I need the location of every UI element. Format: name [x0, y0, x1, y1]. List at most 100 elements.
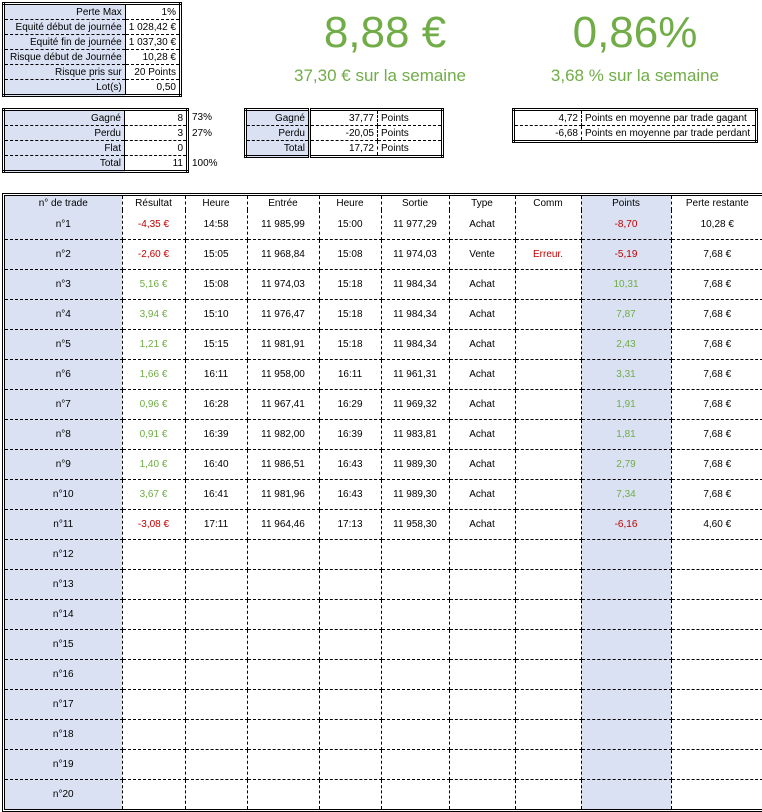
column-header[interactable]: Entrée [247, 196, 320, 210]
trade-cell-pts[interactable] [581, 689, 672, 720]
trade-cell-out[interactable]: 11 958,30 [381, 509, 450, 540]
trade-cell-type[interactable]: Achat [449, 269, 516, 300]
trade-cell-out[interactable] [381, 659, 450, 690]
param-value[interactable]: 1 028,42 € [125, 19, 181, 35]
trade-cell-in[interactable]: 11 974,03 [247, 269, 320, 300]
trade-cell-out[interactable] [381, 779, 450, 809]
trade-cell-h2[interactable]: 16:11 [319, 359, 382, 390]
trade-cell-id[interactable]: n°9 [5, 449, 123, 480]
trade-cell-res[interactable]: 0,91 € [122, 419, 186, 450]
trade-cell-out[interactable]: 11 977,29 [381, 210, 450, 240]
points-summary-unit[interactable]: Points [377, 125, 443, 141]
win-loss-label[interactable]: Gagné [2, 108, 125, 126]
win-loss-count[interactable]: 3 [124, 125, 189, 141]
trade-cell-pts[interactable]: 1,81 [581, 419, 672, 450]
trade-cell-h2[interactable] [319, 749, 382, 780]
points-summary-label[interactable]: Gagné [245, 109, 311, 126]
trade-cell-h1[interactable] [185, 629, 248, 660]
trade-cell-pts[interactable] [581, 629, 672, 660]
trade-cell-in[interactable]: 11 958,00 [247, 359, 320, 390]
trade-cell-in[interactable] [247, 569, 320, 600]
trade-cell-h2[interactable]: 16:39 [319, 419, 382, 450]
param-label[interactable]: Equité fin de journée [3, 34, 126, 50]
trade-cell-comm[interactable] [515, 329, 582, 360]
trade-cell-type[interactable]: Achat [449, 449, 516, 480]
trade-cell-pts[interactable] [581, 719, 672, 750]
trade-cell-comm[interactable] [515, 779, 582, 809]
trade-cell-left[interactable] [671, 659, 762, 690]
trade-cell-comm[interactable] [515, 210, 582, 240]
points-summary-label[interactable]: Total [245, 140, 311, 157]
trade-cell-id[interactable]: n°17 [5, 689, 123, 720]
param-label[interactable]: Lot(s) [3, 79, 126, 96]
trade-cell-id[interactable]: n°12 [5, 539, 123, 570]
trade-cell-in[interactable] [247, 689, 320, 720]
trade-cell-left[interactable]: 10,28 € [671, 210, 762, 240]
trade-cell-h1[interactable]: 16:39 [185, 419, 248, 450]
trade-cell-comm[interactable] [515, 269, 582, 300]
trade-cell-h2[interactable]: 15:18 [319, 299, 382, 330]
trade-cell-left[interactable]: 4,60 € [671, 509, 762, 540]
trade-cell-id[interactable]: n°2 [5, 239, 123, 270]
trade-cell-res[interactable] [122, 599, 186, 630]
trade-cell-h2[interactable]: 15:18 [319, 269, 382, 300]
trade-cell-h1[interactable]: 16:28 [185, 389, 248, 420]
trade-cell-h1[interactable] [185, 689, 248, 720]
column-header[interactable]: Heure [185, 196, 248, 210]
trade-cell-left[interactable] [671, 539, 762, 570]
trade-cell-h2[interactable]: 16:43 [319, 449, 382, 480]
win-loss-count[interactable]: 0 [124, 140, 189, 156]
trade-cell-out[interactable]: 11 974,03 [381, 239, 450, 270]
column-header[interactable]: Points [581, 196, 672, 210]
win-loss-count[interactable]: 11 [124, 155, 189, 173]
trade-cell-type[interactable]: Vente [449, 239, 516, 270]
trade-cell-comm[interactable] [515, 359, 582, 390]
points-summary-unit[interactable]: Points [377, 109, 443, 126]
win-loss-label[interactable]: Total [2, 155, 125, 173]
trade-cell-res[interactable]: 0,96 € [122, 389, 186, 420]
trade-cell-h1[interactable] [185, 569, 248, 600]
trade-cell-pts[interactable] [581, 779, 672, 809]
trade-cell-id[interactable]: n°16 [5, 659, 123, 690]
trade-cell-in[interactable]: 11 981,91 [247, 329, 320, 360]
trade-cell-comm[interactable] [515, 389, 582, 420]
trade-cell-h2[interactable]: 16:43 [319, 479, 382, 510]
points-summary-value[interactable]: 17,72 [309, 140, 378, 157]
trade-cell-h1[interactable]: 15:10 [185, 299, 248, 330]
trade-cell-h1[interactable]: 15:08 [185, 269, 248, 300]
trade-cell-h2[interactable] [319, 569, 382, 600]
trade-cell-res[interactable] [122, 719, 186, 750]
trade-cell-h2[interactable]: 15:00 [319, 210, 382, 240]
trade-cell-in[interactable]: 11 985,99 [247, 210, 320, 240]
param-value[interactable]: 10,28 € [125, 49, 181, 65]
trade-cell-in[interactable]: 11 968,84 [247, 239, 320, 270]
trade-cell-id[interactable]: n°14 [5, 599, 123, 630]
param-label[interactable]: Risque pris sur [3, 64, 126, 80]
trade-cell-id[interactable]: n°19 [5, 749, 123, 780]
trade-cell-res[interactable]: 1,40 € [122, 449, 186, 480]
points-summary-value[interactable]: 37,77 [309, 109, 378, 126]
trade-cell-id[interactable]: n°20 [5, 779, 123, 809]
trade-cell-pts[interactable] [581, 539, 672, 570]
trade-cell-type[interactable] [449, 539, 516, 570]
trade-cell-res[interactable] [122, 569, 186, 600]
param-value[interactable]: 1 037,30 € [125, 34, 181, 50]
trade-cell-h1[interactable]: 15:15 [185, 329, 248, 360]
trade-cell-out[interactable] [381, 629, 450, 660]
trade-cell-comm[interactable] [515, 719, 582, 750]
column-header[interactable]: Comm [515, 196, 582, 210]
trade-cell-pts[interactable]: -6,16 [581, 509, 672, 540]
trade-cell-in[interactable]: 11 982,00 [247, 419, 320, 450]
trade-cell-type[interactable] [449, 719, 516, 750]
trade-cell-type[interactable]: Achat [449, 299, 516, 330]
trade-cell-out[interactable] [381, 539, 450, 570]
trade-cell-left[interactable] [671, 719, 762, 750]
trade-cell-out[interactable] [381, 599, 450, 630]
trade-cell-id[interactable]: n°1 [5, 210, 123, 240]
trade-cell-id[interactable]: n°4 [5, 299, 123, 330]
trade-cell-out[interactable]: 11 969,32 [381, 389, 450, 420]
trade-cell-in[interactable] [247, 749, 320, 780]
trade-cell-type[interactable]: Achat [449, 479, 516, 510]
trade-cell-type[interactable] [449, 629, 516, 660]
trade-cell-out[interactable]: 11 984,34 [381, 269, 450, 300]
